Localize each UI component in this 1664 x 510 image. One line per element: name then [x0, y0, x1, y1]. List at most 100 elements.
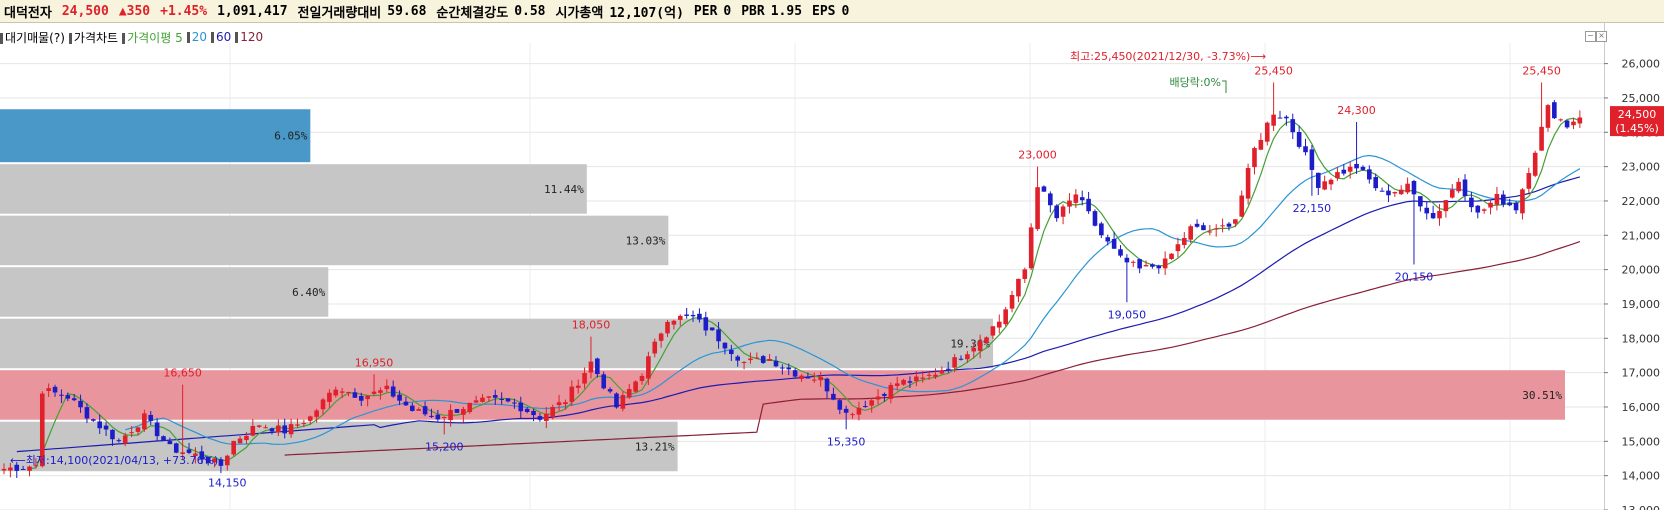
candle-body: [486, 396, 492, 398]
candle-body: [422, 406, 428, 415]
candle-body: [250, 426, 256, 436]
candle-body: [371, 391, 377, 394]
candle-body: [958, 358, 964, 360]
candle-body: [665, 321, 670, 334]
candle-body: [1430, 213, 1436, 219]
candle-body: [1577, 117, 1583, 124]
price-axis[interactable]: 13,000 14,000 15,000 16,000 17,000 18,000 19,0…: [1604, 23, 1664, 510]
high-price-label: 25,450: [1522, 64, 1561, 77]
candle-body: [1016, 278, 1021, 297]
axis-tick-label: 20,000: [1622, 264, 1661, 277]
candle-body: [1411, 180, 1417, 195]
candle-body: [735, 356, 740, 361]
candle-body: [116, 440, 122, 442]
candle-body: [907, 381, 913, 383]
candle-body: [837, 400, 843, 410]
candle-body: [1322, 181, 1327, 190]
candle-body: [882, 393, 887, 396]
candle-body: [1513, 202, 1519, 211]
legend-ma20: 20: [191, 30, 207, 44]
mktcap-label: 시가총액: [555, 5, 604, 21]
candle-body: [716, 329, 721, 342]
candle-body: [939, 370, 945, 374]
candle-body: [237, 438, 243, 444]
candle-body: [588, 361, 594, 373]
candle-body: [582, 373, 587, 384]
candle-body: [671, 320, 677, 325]
candle-body: [811, 379, 817, 381]
candle-body: [142, 413, 147, 430]
candle-body: [499, 398, 504, 400]
candle-body: [320, 399, 326, 410]
candle-body: [352, 392, 358, 398]
minimize-icon[interactable]: −: [1585, 31, 1596, 42]
volume-profile-bar: [0, 267, 329, 317]
candle-body: [709, 327, 715, 331]
candle-body: [1354, 163, 1359, 169]
volume-profile-bar: [0, 370, 1565, 420]
legend-ma[interactable]: 가격이평 5: [122, 29, 183, 46]
legend-marker-icon: [235, 32, 239, 43]
candle-body: [1086, 198, 1091, 212]
candle-body: [148, 414, 154, 421]
candle-body: [1099, 223, 1104, 236]
candle-body: [390, 386, 396, 397]
eps-label: EPS: [812, 3, 836, 19]
price-chart[interactable]: 13.21%30.51%19.36%6.40%13.03%11.44%6.05%…: [0, 23, 1604, 510]
candle-body: [231, 440, 236, 455]
stock-name[interactable]: 대덕전자: [4, 2, 52, 21]
candle-body: [1182, 237, 1187, 245]
candle-body: [1060, 206, 1066, 217]
chart-legend: 대기매물(?) 가격차트 가격이평 5 20 60 120: [0, 28, 267, 46]
volume-profile-bar: [0, 164, 587, 214]
candle-body: [754, 357, 760, 359]
candle-body: [901, 379, 906, 385]
candle-body: [614, 393, 619, 408]
candle-body: [20, 468, 26, 470]
candle-body: [1347, 166, 1353, 172]
candle-body: [480, 397, 485, 402]
candle-body: [1028, 227, 1034, 269]
legend-volume-profile[interactable]: 대기매물(?): [0, 29, 65, 46]
low-price-label: 20,150: [1395, 270, 1434, 283]
candle-body: [1449, 189, 1455, 198]
candle-body: [607, 389, 613, 392]
candle-body: [365, 395, 370, 400]
candle-body: [1418, 196, 1423, 207]
candle-body: [1271, 114, 1276, 126]
candle-body: [863, 406, 868, 408]
candle-body: [1220, 225, 1225, 227]
candle-body: [1443, 200, 1449, 212]
candle-body: [103, 425, 109, 430]
candle-body: [441, 417, 447, 419]
candle-body: [799, 375, 804, 379]
axis-tick-label: 21,000: [1622, 229, 1661, 242]
candle-body: [677, 315, 683, 320]
candle-body: [186, 449, 192, 453]
candle-body: [741, 362, 747, 364]
candle-body: [1003, 309, 1008, 325]
legend-ma20-item[interactable]: 20: [186, 30, 207, 44]
legend-marker-icon: [186, 32, 190, 43]
volume-profile-label: 13.03%: [626, 234, 666, 247]
legend-price-chart[interactable]: 가격차트: [68, 29, 118, 46]
candle-body: [52, 386, 58, 393]
candle-body: [1494, 193, 1500, 205]
candle-body: [467, 402, 473, 413]
candle-body: [990, 326, 996, 336]
close-icon[interactable]: ×: [1596, 31, 1607, 42]
candle-body: [135, 427, 141, 432]
price-change-pct: +1.45%: [160, 3, 208, 19]
legend-ma120-item[interactable]: 120: [235, 30, 263, 44]
candle-body: [1009, 295, 1015, 309]
candle-body: [1328, 179, 1334, 185]
candle-body: [416, 409, 421, 411]
high-price-label: 24,300: [1337, 104, 1376, 117]
candle-body: [1379, 190, 1385, 192]
legend-ma60-item[interactable]: 60: [211, 30, 231, 44]
candle-body: [1290, 119, 1296, 133]
candle-body: [729, 349, 734, 355]
candle-body: [965, 354, 970, 360]
candle-body: [1207, 231, 1213, 233]
candle-body: [1175, 244, 1181, 252]
